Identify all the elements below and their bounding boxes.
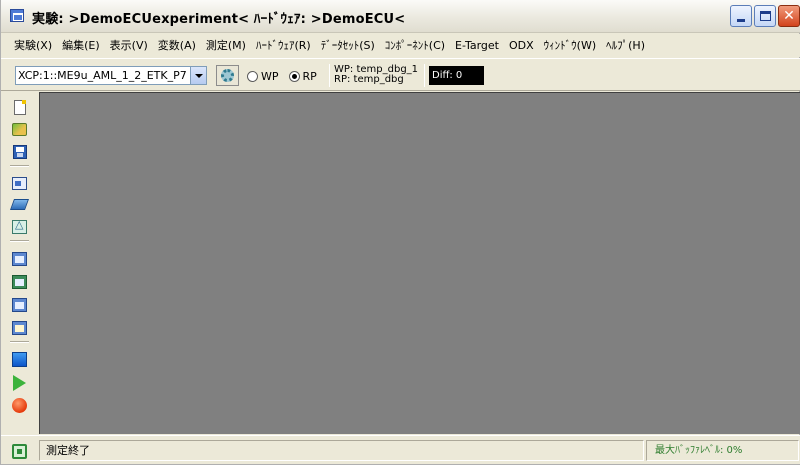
diff-indicator: Diff: 0 xyxy=(429,66,484,85)
panel-icon xyxy=(12,177,27,190)
minimize-icon xyxy=(737,18,745,22)
window-a-button[interactable] xyxy=(11,250,28,267)
window-a-icon xyxy=(12,251,27,266)
chart-icon xyxy=(12,218,27,234)
window-d-button[interactable] xyxy=(11,319,28,336)
radio-wp[interactable] xyxy=(247,71,258,82)
window-c-icon xyxy=(12,297,27,312)
status-connection[interactable] xyxy=(9,442,29,460)
menu-experiment[interactable]: 実験(X) xyxy=(9,36,57,56)
buffer-level: 最大ﾊﾞｯﾌｧﾚﾍﾞﾙ: 0% xyxy=(646,440,799,461)
title-bar[interactable]: 実験: >DemoECUexperiment< ﾊｰﾄﾞｳｪｱ: >DemoEC… xyxy=(1,0,800,33)
menu-e-target[interactable]: E-Target xyxy=(450,36,504,56)
toolbar-separator xyxy=(10,341,29,343)
window-b-button[interactable] xyxy=(11,273,28,290)
new-document-icon xyxy=(13,100,26,115)
dropdown-button[interactable] xyxy=(190,67,206,84)
hardware-select-value: XCP:1::ME9u_AML_1_2_ETK_P7 xyxy=(18,69,187,82)
window-title: 実験: >DemoECUexperiment< ﾊｰﾄﾞｳｪｱ: >DemoEC… xyxy=(32,12,406,27)
window-controls: ✕ xyxy=(730,5,800,27)
network-icon xyxy=(11,443,27,459)
app-icon[interactable] xyxy=(10,9,24,22)
workspace-area[interactable] xyxy=(39,92,800,434)
toolbar-separator xyxy=(10,240,29,242)
layers-button[interactable] xyxy=(9,196,30,213)
toolbar-separator xyxy=(10,165,29,167)
minimize-button[interactable] xyxy=(730,5,752,27)
maximize-button[interactable] xyxy=(754,5,776,27)
menu-edit[interactable]: 編集(E) xyxy=(57,36,105,56)
radio-rp[interactable] xyxy=(288,71,300,82)
maximize-icon xyxy=(759,11,771,21)
chevron-down-icon xyxy=(194,73,203,78)
application-window: 実験: >DemoECUexperiment< ﾊｰﾄﾞｳｪｱ: >DemoEC… xyxy=(0,0,800,465)
layers-icon xyxy=(9,199,30,210)
menu-help[interactable]: ﾍﾙﾌﾟ(H) xyxy=(601,36,650,56)
status-message: 測定終了 xyxy=(39,440,644,461)
chart-button[interactable] xyxy=(11,218,28,235)
panel-button[interactable] xyxy=(11,175,28,192)
menu-variables[interactable]: 変数(A) xyxy=(153,36,201,56)
menu-dataset[interactable]: ﾃﾞｰﾀｾｯﾄ(S) xyxy=(316,36,380,56)
menu-hardware[interactable]: ﾊｰﾄﾞｳｪｱ(R) xyxy=(251,36,316,56)
radio-rp-label: RP xyxy=(302,70,317,83)
save-icon xyxy=(12,144,27,159)
menu-bar: 実験(X) 編集(E) 表示(V) 変数(A) 測定(M) ﾊｰﾄﾞｳｪｱ(R)… xyxy=(1,34,800,57)
gear-icon xyxy=(221,69,234,82)
stop-button[interactable] xyxy=(11,351,28,368)
menu-window[interactable]: ｳｨﾝﾄﾞｳ(W) xyxy=(539,36,601,56)
window-d-icon xyxy=(12,320,27,335)
new-document-button[interactable] xyxy=(11,99,28,116)
menu-view[interactable]: 表示(V) xyxy=(105,36,153,56)
hardware-select[interactable]: XCP:1::ME9u_AML_1_2_ETK_P7 xyxy=(15,66,207,85)
close-button[interactable]: ✕ xyxy=(778,5,800,27)
left-toolbar xyxy=(2,92,37,434)
status-bar: 測定終了 最大ﾊﾞｯﾌｧﾚﾍﾞﾙ: 0% xyxy=(1,435,800,464)
hardware-config-button[interactable] xyxy=(216,65,239,86)
save-button[interactable] xyxy=(11,143,28,160)
radio-wp-label: WP xyxy=(261,70,279,83)
toolbar-separator xyxy=(424,64,425,87)
open-button[interactable] xyxy=(11,121,28,138)
menu-odx[interactable]: ODX xyxy=(504,36,539,56)
page-info: WP: temp_dbg_1 RP: temp_dbg xyxy=(334,65,418,85)
record-icon xyxy=(12,398,27,413)
window-c-button[interactable] xyxy=(11,296,28,313)
menu-measure[interactable]: 測定(M) xyxy=(201,36,251,56)
close-icon: ✕ xyxy=(783,8,795,24)
stop-square-icon xyxy=(12,352,27,367)
record-button[interactable] xyxy=(11,397,28,414)
start-measure-button[interactable] xyxy=(11,374,28,391)
page-info-rp: RP: temp_dbg xyxy=(334,74,404,85)
window-b-icon xyxy=(12,274,27,289)
menu-component[interactable]: ｺﾝﾎﾟｰﾈﾝﾄ(C) xyxy=(380,36,450,56)
main-toolbar: XCP:1::ME9u_AML_1_2_ETK_P7 WP RP WP: tem… xyxy=(1,58,800,91)
open-icon xyxy=(12,123,27,136)
page-radio-group: WP RP xyxy=(247,70,324,83)
toolbar-separator xyxy=(329,64,330,87)
play-icon xyxy=(13,374,26,391)
